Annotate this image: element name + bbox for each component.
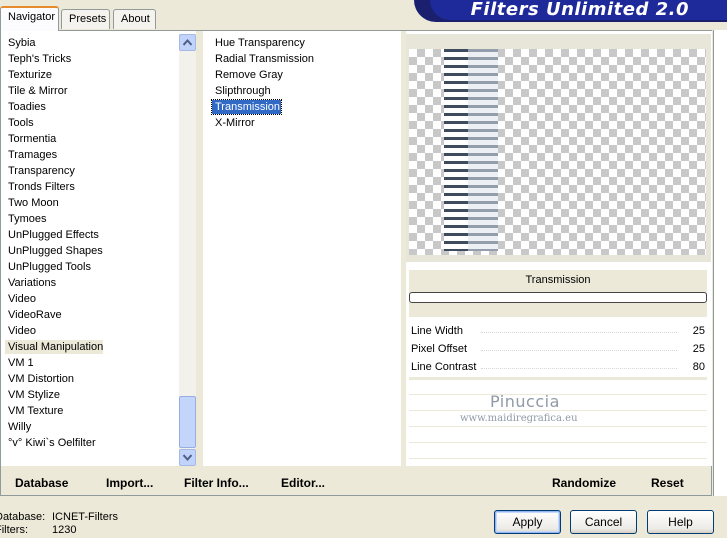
parameter-label: Line Width [411, 325, 463, 337]
empty-parameter-row [409, 428, 707, 443]
list-item-selected-filter[interactable]: Transmission [211, 99, 282, 115]
list-item[interactable]: Sybia [5, 36, 39, 50]
progress-bar [409, 292, 707, 303]
import-button[interactable]: Import... [106, 476, 153, 490]
filter-list[interactable]: Hue Transparency Radial Transmission Rem… [203, 31, 401, 466]
filters-unlimited-banner: Filters Unlimited 2.0 [414, 0, 727, 22]
filter-info-button[interactable]: Filter Info... [184, 476, 249, 490]
parameter-pixel-offset[interactable]: Pixel Offset 25 [409, 342, 707, 359]
list-item[interactable]: Tymoes [5, 212, 50, 226]
list-item[interactable]: Tormentia [5, 132, 59, 146]
database-label: Database: [0, 511, 46, 523]
slider-track[interactable] [481, 368, 677, 369]
parameter-value: 25 [692, 325, 705, 337]
preview-stripes [444, 49, 498, 251]
chevron-down-icon [183, 454, 192, 461]
window-right-edge [713, 30, 727, 496]
list-item[interactable]: UnPlugged Effects [5, 228, 102, 242]
list-item[interactable]: VM Distortion [5, 372, 77, 386]
parameter-value: 80 [692, 361, 705, 373]
slider-track[interactable] [481, 332, 677, 333]
tab-about[interactable]: About [113, 9, 156, 29]
scroll-up-button[interactable] [179, 34, 196, 51]
list-item[interactable]: UnPlugged Tools [5, 260, 94, 274]
filters-count-value: 1230 [52, 524, 77, 536]
list-item[interactable]: Slipthrough [212, 84, 274, 98]
database-button[interactable]: Database [15, 476, 68, 490]
parameter-value: 25 [692, 343, 705, 355]
list-item[interactable]: °v° Kiwi`s Oelfilter [5, 436, 99, 450]
list-item[interactable]: VM Texture [5, 404, 66, 418]
list-item[interactable]: Transparency [5, 164, 78, 178]
list-item[interactable]: Tile & Mirror [5, 84, 70, 98]
help-button[interactable]: Help [647, 510, 714, 534]
tab-navigator[interactable]: Navigator [0, 6, 59, 31]
list-item[interactable]: UnPlugged Shapes [5, 244, 106, 258]
filters-count-label: Filters: [0, 524, 28, 536]
slider-track[interactable] [481, 350, 677, 351]
parameter-line-contrast[interactable]: Line Contrast 80 [409, 360, 707, 377]
list-item[interactable]: Toadies [5, 100, 49, 114]
empty-parameter-row [409, 444, 707, 459]
list-item[interactable]: X-Mirror [212, 116, 258, 130]
list-item[interactable]: VM 1 [5, 356, 37, 370]
list-item[interactable]: Teph's Tricks [5, 52, 74, 66]
category-list[interactable]: Sybia Teph's Tricks Texturize Tile & Mir… [1, 31, 179, 466]
list-item[interactable]: Variations [5, 276, 59, 290]
list-item[interactable]: Remove Gray [212, 68, 286, 82]
scroll-down-button[interactable] [179, 449, 196, 466]
randomize-button[interactable]: Randomize [552, 476, 616, 490]
parameter-line-width[interactable]: Line Width 25 [409, 324, 707, 341]
apply-button[interactable]: Apply [494, 510, 561, 534]
banner-title: Filters Unlimited 2.0 [470, 0, 689, 20]
list-item[interactable]: Tramages [5, 148, 60, 162]
tab-presets[interactable]: Presets [61, 9, 110, 29]
list-item-selected-category[interactable]: Visual Manipulation [5, 340, 103, 354]
list-item[interactable]: Willy [5, 420, 34, 434]
column-divider [196, 31, 203, 466]
reset-button[interactable]: Reset [651, 476, 684, 490]
list-item[interactable]: Hue Transparency [212, 36, 308, 50]
list-item[interactable]: Two Moon [5, 196, 62, 210]
list-item[interactable]: Tronds Filters [5, 180, 78, 194]
editor-button[interactable]: Editor... [281, 476, 325, 490]
list-item[interactable]: VM Stylize [5, 388, 63, 402]
filter-name-label: Transmission [409, 270, 707, 290]
watermark-name: Pinuccia [490, 392, 560, 411]
scroll-thumb[interactable] [179, 396, 196, 448]
list-item[interactable]: Tools [5, 116, 37, 130]
cancel-button[interactable]: Cancel [570, 510, 637, 534]
list-item[interactable]: Radial Transmission [212, 52, 317, 66]
parameter-label: Pixel Offset [411, 343, 468, 355]
database-value: ICNET-Filters [52, 511, 118, 523]
parameter-label: Line Contrast [411, 361, 477, 373]
list-item[interactable]: Video [5, 292, 39, 306]
chevron-up-icon [183, 39, 192, 46]
watermark-url: www.maidiregrafica.eu [460, 413, 578, 424]
category-scrollbar[interactable] [179, 34, 196, 466]
list-item[interactable]: VideoRave [5, 308, 65, 322]
list-item[interactable]: Video [5, 324, 39, 338]
list-item[interactable]: Texturize [5, 68, 55, 82]
